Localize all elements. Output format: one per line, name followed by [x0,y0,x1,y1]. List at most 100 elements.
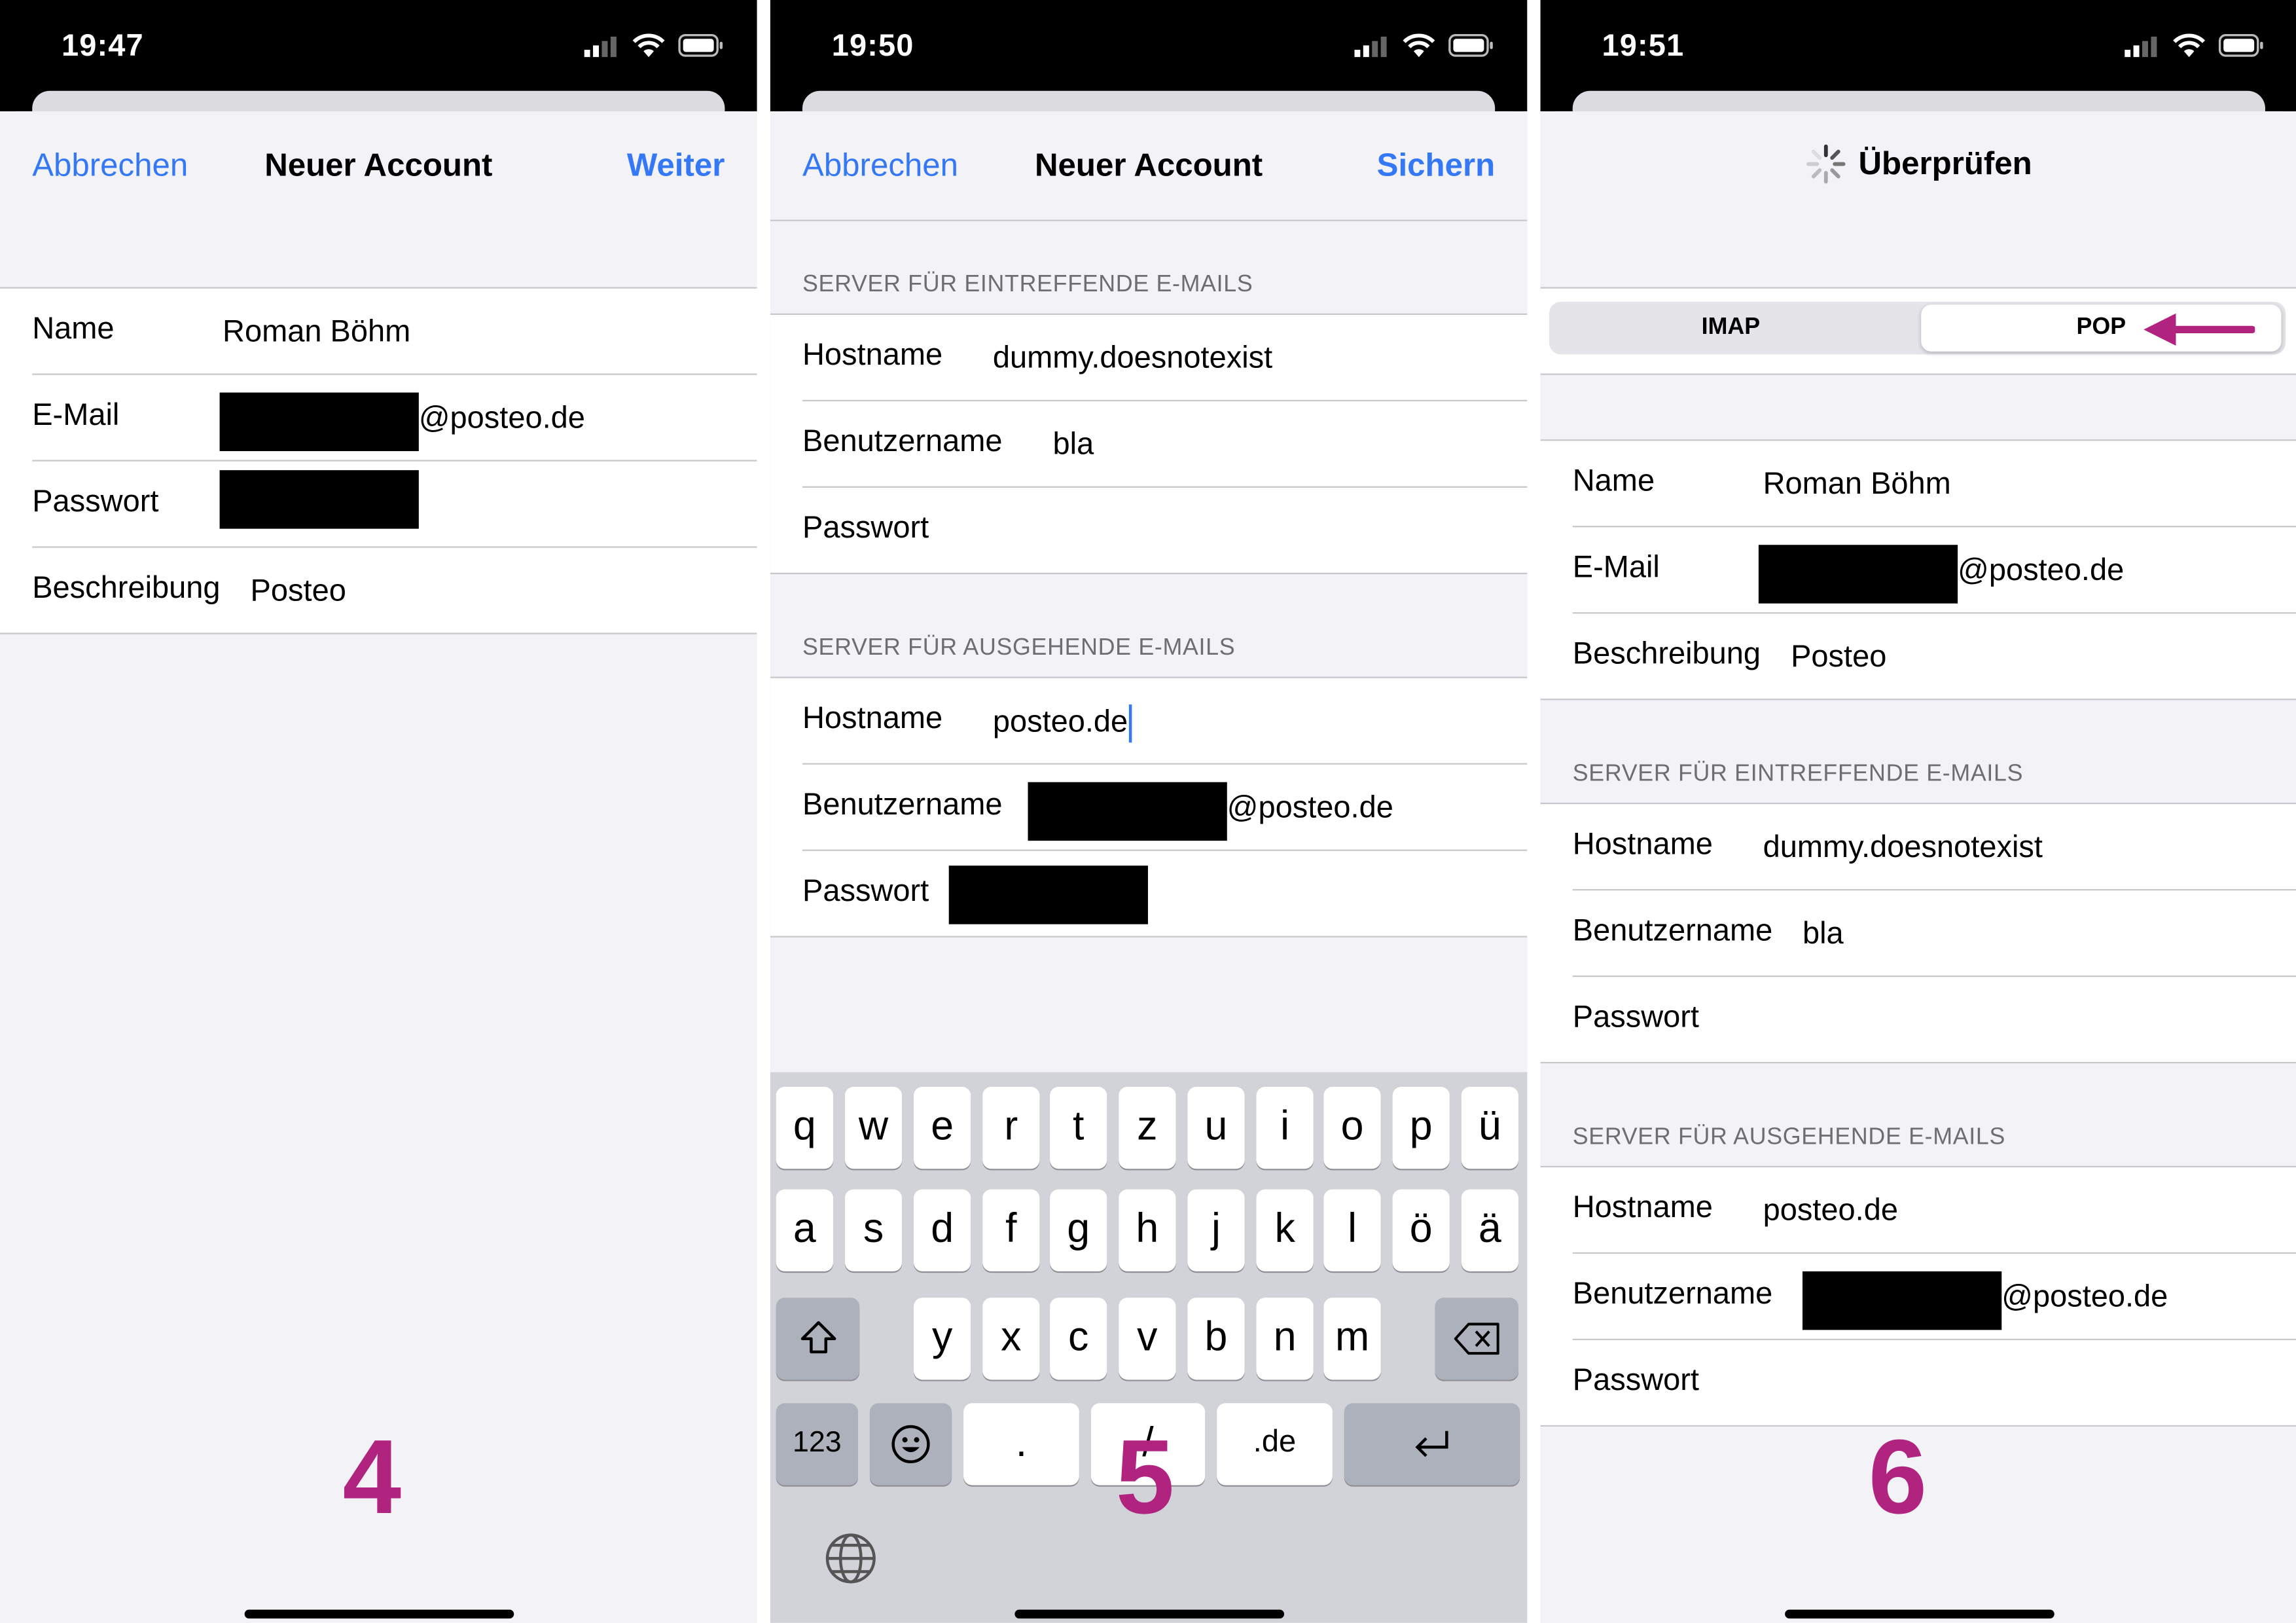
name-field[interactable]: Roman Böhm [1763,467,1951,503]
key[interactable]: y [914,1298,971,1380]
key[interactable]: c [1050,1298,1107,1380]
wifi-icon [2173,33,2206,58]
incoming-password-row[interactable]: Passwort [1572,975,2296,1062]
emoji-icon [891,1425,930,1463]
name-row[interactable]: Name Roman Böhm [1541,441,2296,526]
outgoing-hostname-row[interactable]: Hostname posteo.de [1541,1167,2296,1252]
home-indicator[interactable] [1014,1609,1283,1619]
description-label: Beschreibung [1572,637,1761,671]
incoming-username-field[interactable]: bla [1803,917,1844,952]
home-indicator[interactable] [1784,1609,2054,1619]
key[interactable]: g [1050,1189,1107,1271]
incoming-hostname-row[interactable]: Hostname dummy.doesnotexist [1541,804,2296,889]
key[interactable]: z [1119,1087,1176,1169]
tld-key[interactable]: .de [1217,1403,1333,1486]
period-key[interactable]: . [963,1403,1079,1486]
segment-imap[interactable]: IMAP [1549,302,1912,355]
shift-key[interactable] [776,1298,860,1380]
email-suffix[interactable]: @posteo.de [1958,554,2124,589]
spinner-icon [1806,144,1846,184]
description-field[interactable]: Posteo [251,574,346,610]
key[interactable]: a [776,1189,833,1271]
outgoing-username-row[interactable]: Benutzername @posteo.de [802,763,1528,850]
key[interactable]: o [1323,1087,1381,1169]
name-field[interactable]: Roman Böhm [223,315,410,350]
outgoing-server-header: SERVER FÜR AUSGEHENDE E-MAILS [1572,1125,2006,1150]
description-row[interactable]: Beschreibung Posteo [32,546,757,632]
status-time: 19:50 [831,29,914,64]
incoming-username-row[interactable]: Benutzername bla [802,399,1528,486]
password-row[interactable]: Passwort [32,460,757,546]
key[interactable]: t [1050,1087,1107,1169]
text-cursor [1129,704,1132,743]
key[interactable]: e [914,1087,971,1169]
nav-title: Überprüfen [1858,145,2032,182]
key[interactable]: ä [1461,1189,1518,1271]
outgoing-hostname-field[interactable]: posteo.de [993,704,1132,743]
key[interactable]: b [1187,1298,1245,1380]
save-button[interactable]: Sichern [1377,147,1496,185]
key[interactable]: l [1323,1189,1381,1271]
return-key[interactable] [1344,1403,1520,1486]
key[interactable]: k [1256,1189,1314,1271]
key[interactable]: n [1256,1298,1314,1380]
cellular-signal-icon [1354,36,1387,58]
screen-step-5: 19:50 Abbrechen Neuer Account Sichern SE… [770,0,1528,1623]
key[interactable]: r [982,1087,1040,1169]
next-button[interactable]: Weiter [627,147,725,185]
email-suffix[interactable]: @posteo.de [419,401,585,437]
key[interactable]: s [844,1189,903,1271]
delete-key[interactable] [1435,1298,1518,1380]
outgoing-hostname-field[interactable]: posteo.de [1763,1194,1898,1229]
key[interactable]: ü [1461,1087,1518,1169]
key[interactable]: q [776,1087,833,1169]
emoji-key[interactable] [869,1403,952,1486]
status-time: 19:51 [1602,29,1685,64]
name-label: Name [32,312,115,346]
description-field[interactable]: Posteo [1791,640,1886,676]
description-row[interactable]: Beschreibung Posteo [1572,612,2296,699]
key[interactable]: w [844,1087,903,1169]
key[interactable]: h [1119,1189,1176,1271]
key[interactable]: d [914,1189,971,1271]
key[interactable]: i [1256,1087,1314,1169]
globe-icon[interactable] [825,1532,878,1585]
key[interactable]: j [1187,1189,1245,1271]
outgoing-hostname-row[interactable]: Hostname posteo.de [770,678,1528,763]
redacted-block [1758,545,1958,604]
return-icon [1415,1431,1448,1457]
password-label: Passwort [802,511,929,545]
home-indicator[interactable] [243,1609,514,1619]
incoming-server-form: Hostname dummy.doesnotexist Benutzername… [1540,802,2296,1064]
incoming-hostname-field[interactable]: dummy.doesnotexist [1763,830,2043,866]
incoming-hostname-field[interactable]: dummy.doesnotexist [993,341,1272,376]
outgoing-password-row[interactable]: Passwort [1572,1338,2296,1425]
key[interactable]: f [982,1189,1040,1271]
incoming-server-header: SERVER FÜR EINTREFFENDE E-MAILS [802,272,1253,298]
outgoing-server-form: Hostname posteo.de Benutzername @posteo.… [1540,1165,2296,1427]
email-row[interactable]: E-Mail @posteo.de [32,373,757,460]
outgoing-username-suffix[interactable]: @posteo.de [1227,791,1393,826]
cellular-signal-icon [584,36,617,58]
password-label: Passwort [1572,1363,1699,1398]
outgoing-username-row[interactable]: Benutzername @posteo.de [1572,1252,2296,1339]
key[interactable]: v [1119,1298,1176,1380]
incoming-username-row[interactable]: Benutzername bla [1572,888,2296,976]
incoming-hostname-row[interactable]: Hostname dummy.doesnotexist [770,315,1528,400]
account-form: Name Roman Böhm E-Mail @posteo.de Passwo… [0,287,757,634]
key[interactable]: u [1187,1087,1245,1169]
key[interactable]: p [1392,1087,1450,1169]
outgoing-server-header: SERVER FÜR AUSGEHENDE E-MAILS [802,635,1236,661]
key[interactable]: ö [1392,1189,1450,1271]
name-row[interactable]: Name Roman Böhm [0,289,757,374]
key[interactable]: m [1323,1298,1381,1380]
wifi-icon [632,33,665,58]
incoming-username-field[interactable]: bla [1053,428,1094,463]
status-icons [2125,32,2265,58]
incoming-password-row[interactable]: Passwort [802,486,1528,573]
email-row[interactable]: E-Mail @posteo.de [1572,526,2296,612]
outgoing-username-suffix[interactable]: @posteo.de [2001,1280,2168,1315]
numbers-key[interactable]: 123 [776,1403,858,1486]
key[interactable]: x [982,1298,1040,1380]
outgoing-password-row[interactable]: Passwort [802,849,1528,936]
